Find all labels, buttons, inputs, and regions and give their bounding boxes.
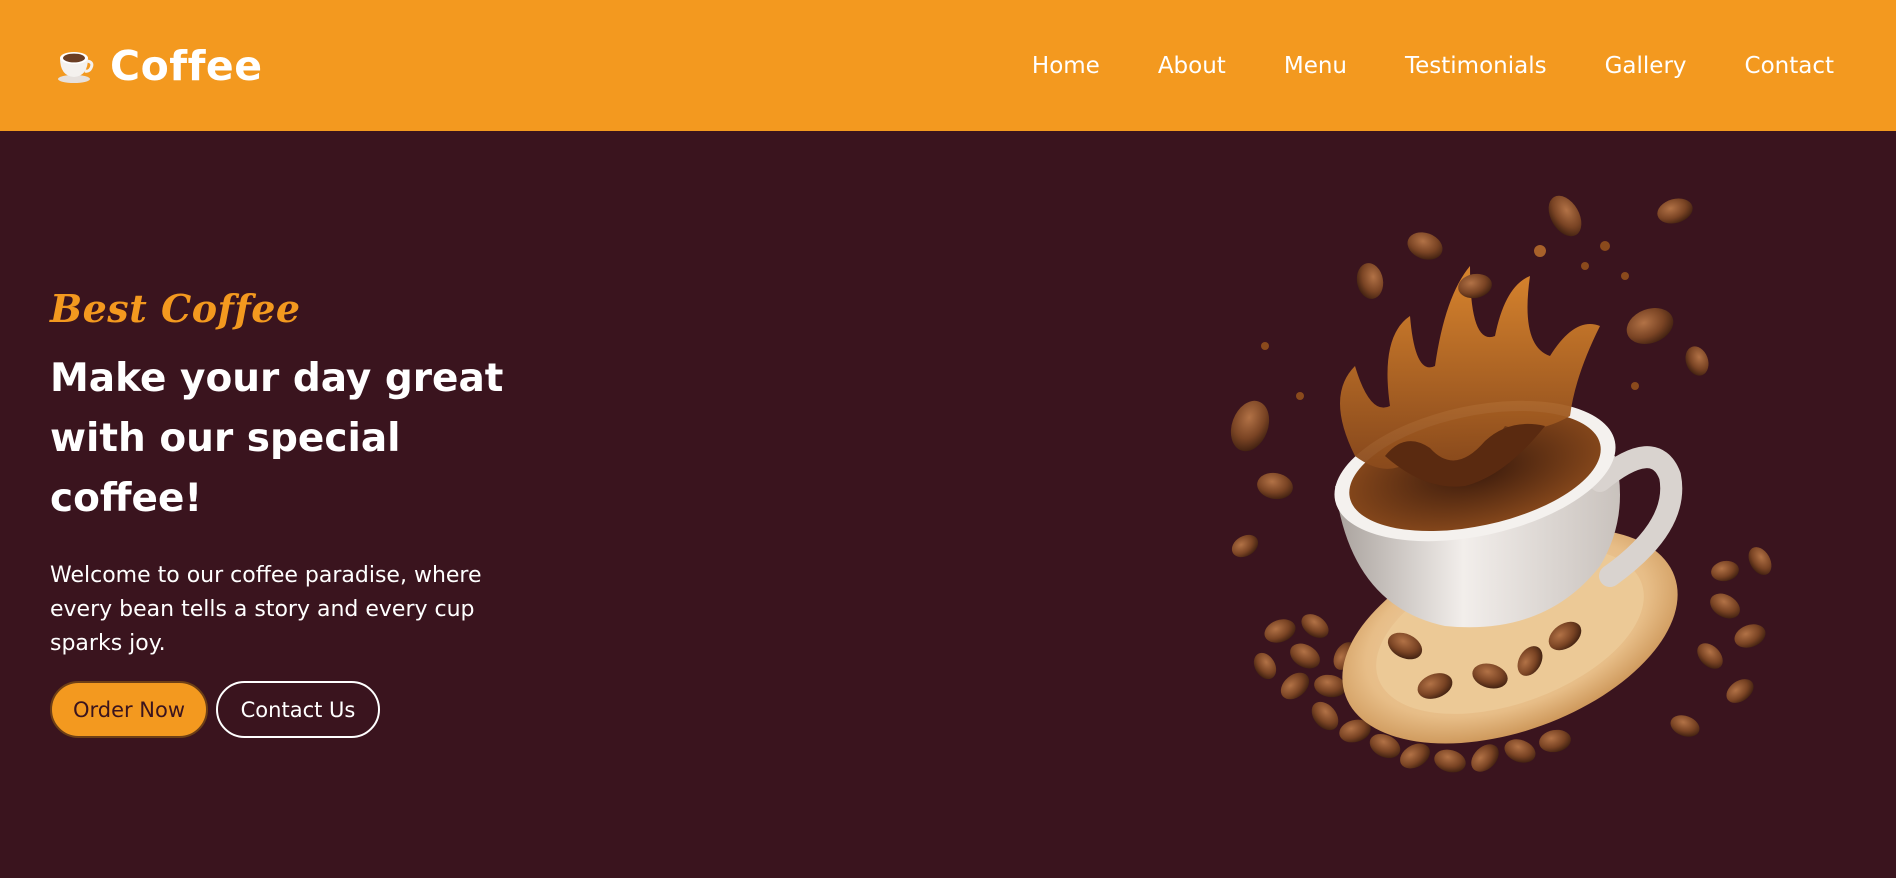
nav-about[interactable]: About bbox=[1158, 53, 1226, 79]
nav-menu[interactable]: Menu bbox=[1284, 53, 1347, 79]
hero-description: Welcome to our coffee paradise, where ev… bbox=[50, 563, 482, 656]
brand-name: Coffee bbox=[110, 41, 263, 90]
brand-logo[interactable]: Coffee bbox=[54, 42, 263, 90]
hero-tagline: Best Coffee bbox=[50, 286, 301, 331]
coffee-cup-icon bbox=[58, 51, 94, 83]
nav-gallery[interactable]: Gallery bbox=[1605, 53, 1687, 79]
hero-section: Best Coffee Make your day great with our… bbox=[0, 131, 1896, 878]
main-nav: Home About Menu Testimonials Gallery Con… bbox=[1032, 53, 1834, 79]
nav-testimonials[interactable]: Testimonials bbox=[1405, 53, 1547, 79]
coffee-cup-image bbox=[1230, 195, 1772, 773]
nav-home[interactable]: Home bbox=[1032, 53, 1100, 79]
contact-us-button[interactable]: Contact Us bbox=[216, 681, 380, 738]
site-header: Coffee Home About Menu Testimonials Gall… bbox=[0, 0, 1896, 131]
order-now-button[interactable]: Order Now bbox=[50, 681, 208, 738]
nav-contact[interactable]: Contact bbox=[1745, 53, 1834, 79]
hero-buttons: Order Now Contact Us bbox=[50, 681, 520, 738]
hero-headline: Make your day great with our special cof… bbox=[50, 356, 504, 521]
hero-text: Best Coffee Make your day great with our… bbox=[50, 286, 520, 738]
